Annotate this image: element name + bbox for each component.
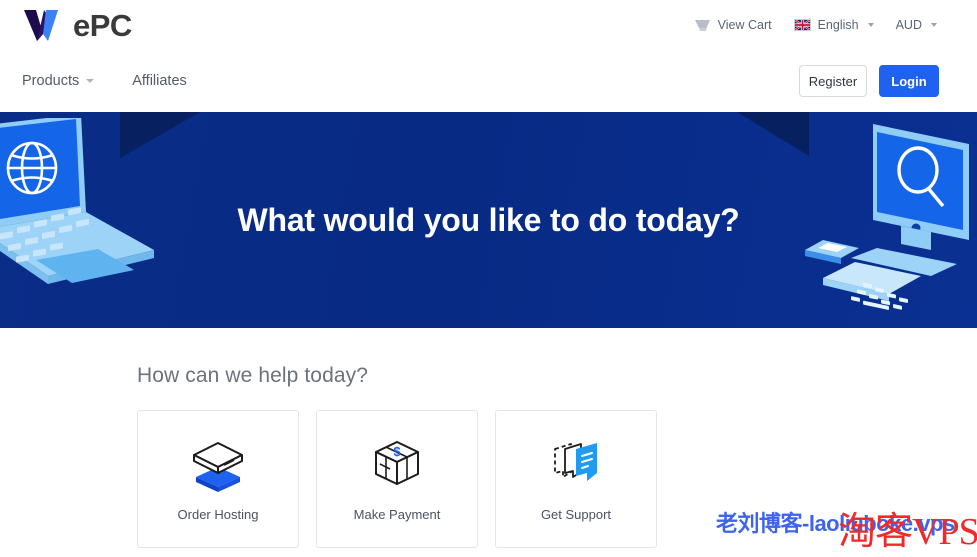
hero-banner: What would you like to do today? <box>0 112 977 328</box>
language-label: English <box>817 18 859 32</box>
card-label: Get Support <box>540 506 612 522</box>
nav-item-label: Products <box>22 73 80 89</box>
card-icon-wrapper <box>188 437 248 495</box>
svg-text:$: $ <box>393 444 401 459</box>
nav-item-affiliates[interactable]: Affiliates <box>132 73 187 89</box>
view-cart-label: View Cart <box>717 18 772 32</box>
site-logo[interactable]: ePC <box>22 5 132 45</box>
currency-selector[interactable]: AUD <box>896 18 937 32</box>
register-button[interactable]: Register <box>799 65 867 97</box>
nav-item-label: Affiliates <box>132 73 187 89</box>
top-utility-links: View Cart English AUD <box>694 18 957 32</box>
shopping-cart-icon <box>694 20 710 31</box>
section-title: How can we help today? <box>137 364 369 387</box>
isometric-laptop-globe-illustration <box>0 118 154 284</box>
card-get-support[interactable]: Get Support <box>495 410 657 548</box>
card-order-hosting[interactable]: Order Hosting <box>137 410 299 548</box>
card-label: Order Hosting <box>177 506 259 522</box>
main-content: How can we help today? Order Hosting $ M… <box>0 328 977 548</box>
chevron-down-icon <box>86 79 95 83</box>
view-cart-link[interactable]: View Cart <box>694 18 772 32</box>
w-logo-mark <box>24 10 58 41</box>
card-icon-wrapper <box>547 437 605 495</box>
chevron-down-icon <box>867 23 874 27</box>
logo-wordmark: ePC <box>73 7 132 43</box>
action-card-list: Order Hosting $ Make Payment Get Support <box>137 410 977 548</box>
stacked-box-icon <box>193 441 243 492</box>
currency-label: AUD <box>895 18 922 32</box>
chevron-down-icon <box>931 23 937 27</box>
isometric-desktop-search-illustration <box>805 124 969 310</box>
hero-title: What would you like to do today? <box>237 201 740 238</box>
main-navigation-bar: Products Affiliates Register Login <box>0 50 977 112</box>
package-dollar-icon: $ <box>375 440 419 485</box>
card-icon-wrapper: $ <box>368 437 426 495</box>
speech-bubbles-icon <box>554 442 597 481</box>
nav-item-list: Products Affiliates <box>22 73 187 89</box>
top-utility-bar: ePC View Cart English AUD <box>0 0 977 50</box>
uk-flag-icon <box>793 19 811 31</box>
language-selector[interactable]: English <box>793 18 874 32</box>
card-make-payment[interactable]: $ Make Payment <box>316 410 478 548</box>
nav-item-products[interactable]: Products <box>22 73 95 89</box>
login-button[interactable]: Login <box>879 65 939 97</box>
card-label: Make Payment <box>353 506 441 522</box>
nav-auth-actions: Register Login <box>799 65 957 97</box>
